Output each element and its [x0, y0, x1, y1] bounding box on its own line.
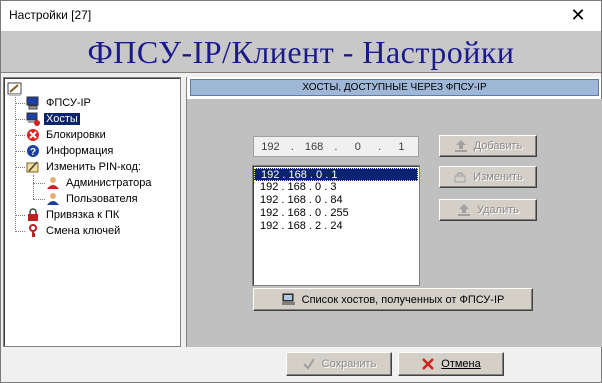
cancel-button[interactable]: Отмена: [398, 352, 504, 376]
cancel-x-icon: [421, 357, 435, 371]
key-icon: [25, 223, 41, 239]
add-button[interactable]: Добавить: [439, 135, 537, 157]
block-icon: [25, 127, 41, 143]
change-icon: [453, 170, 467, 184]
window-title: Настройки [27]: [9, 8, 92, 22]
list-item[interactable]: 192 . 168 . 0 . 84: [254, 194, 418, 207]
ip-separator: .: [378, 140, 382, 153]
tree-item-label: Администратора: [66, 177, 152, 189]
add-button-label: Добавить: [473, 140, 523, 152]
banner-title: ФПСУ-IP/Клиент - Настройки: [87, 34, 515, 70]
lock-icon: [25, 207, 41, 223]
save-button-label: Сохранить: [321, 358, 377, 370]
tree-item-pc-binding[interactable]: Привязка к ПК: [25, 207, 121, 223]
root-settings-icon: [7, 81, 23, 97]
info-icon: ?: [25, 143, 41, 159]
tree-item-info[interactable]: ? Информация: [25, 143, 115, 159]
ip-separator: .: [290, 140, 294, 153]
tree-item-blocks[interactable]: Блокировки: [25, 127, 108, 143]
settings-tree: ФПСУ-IP Хосты Блокировки ? Информация Из…: [3, 77, 181, 347]
tree-item-label: Смена ключей: [46, 225, 121, 237]
user-icon: [45, 191, 61, 207]
footer: Сохранить Отмена: [1, 348, 601, 382]
ip-octet-4[interactable]: 1: [386, 141, 416, 153]
tree-item-key-change[interactable]: Смена ключей: [25, 223, 122, 239]
tree-item-fpsu[interactable]: ФПСУ-IP: [25, 95, 93, 111]
tree-item-label: Изменить PIN-код:: [46, 161, 141, 173]
checkmark-icon: [302, 357, 316, 371]
svg-text:?: ?: [30, 147, 36, 158]
computer-icon: [25, 95, 41, 111]
ip-octet-2[interactable]: 168: [299, 141, 329, 153]
host-list-button-label: Список хостов, полученных от ФПСУ-IP: [301, 293, 505, 306]
pin-icon: [25, 159, 41, 175]
cancel-button-label: Отмена: [441, 358, 481, 370]
hosts-list[interactable]: 192 . 168 . 0 . 1 192 . 168 . 0 . 3 192 …: [252, 165, 420, 286]
list-item[interactable]: 192 . 168 . 0 . 1: [254, 168, 418, 181]
delete-icon: [457, 203, 471, 217]
close-icon[interactable]: ✕: [555, 1, 601, 30]
host-list-from-fpsu-button[interactable]: Список хостов, полученных от ФПСУ-IP: [253, 288, 533, 311]
add-icon: [454, 139, 468, 153]
ip-separator: .: [334, 140, 338, 153]
title-bar: Настройки [27] ✕: [1, 1, 601, 30]
delete-button[interactable]: Удалить: [439, 199, 537, 221]
tree-item-label: Пользователя: [66, 193, 138, 205]
list-item[interactable]: 192 . 168 . 2 . 24: [254, 220, 418, 233]
settings-window: Настройки [27] ✕ ФПСУ-IP/Клиент - Настро…: [0, 0, 602, 383]
tree-item-admin[interactable]: Администратора: [45, 175, 153, 191]
section-header: ХОСТЫ, ДОСТУПНЫЕ ЧЕРЕЗ ФПСУ-IP: [190, 79, 599, 96]
admin-user-icon: [45, 175, 61, 191]
tree-item-user[interactable]: Пользователя: [45, 191, 140, 207]
tree-item-label: Блокировки: [46, 129, 106, 141]
change-button[interactable]: Изменить: [439, 166, 537, 188]
tree-item-change-pin[interactable]: Изменить PIN-код:: [25, 159, 143, 175]
delete-button-label: Удалить: [477, 204, 519, 216]
change-button-label: Изменить: [473, 171, 523, 183]
banner: ФПСУ-IP/Клиент - Настройки: [1, 30, 601, 73]
tree-item-hosts[interactable]: Хосты: [25, 111, 80, 127]
hosts-panel: ХОСТЫ, ДОСТУПНЫЕ ЧЕРЕЗ ФПСУ-IP 192 . 168…: [186, 77, 602, 347]
ip-octet-3[interactable]: 0: [343, 141, 373, 153]
hosts-content: 192 . 168 . 0 . 1 192 . 168 . 0 . 1 192 …: [187, 99, 602, 347]
ip-octet-1[interactable]: 192: [255, 141, 285, 153]
tree-item-label: ФПСУ-IP: [46, 97, 91, 109]
ip-address-input[interactable]: 192 . 168 . 0 . 1: [253, 136, 419, 157]
tree-item-label: Информация: [46, 145, 114, 157]
save-button[interactable]: Сохранить: [286, 352, 392, 376]
tree-item-label: Привязка к ПК: [46, 209, 120, 221]
computer-list-icon: [281, 293, 296, 307]
hosts-icon: [25, 111, 41, 127]
tree-item-label: Хосты: [44, 113, 80, 125]
list-item[interactable]: 192 . 168 . 0 . 255: [254, 207, 418, 220]
list-item[interactable]: 192 . 168 . 0 . 3: [254, 181, 418, 194]
